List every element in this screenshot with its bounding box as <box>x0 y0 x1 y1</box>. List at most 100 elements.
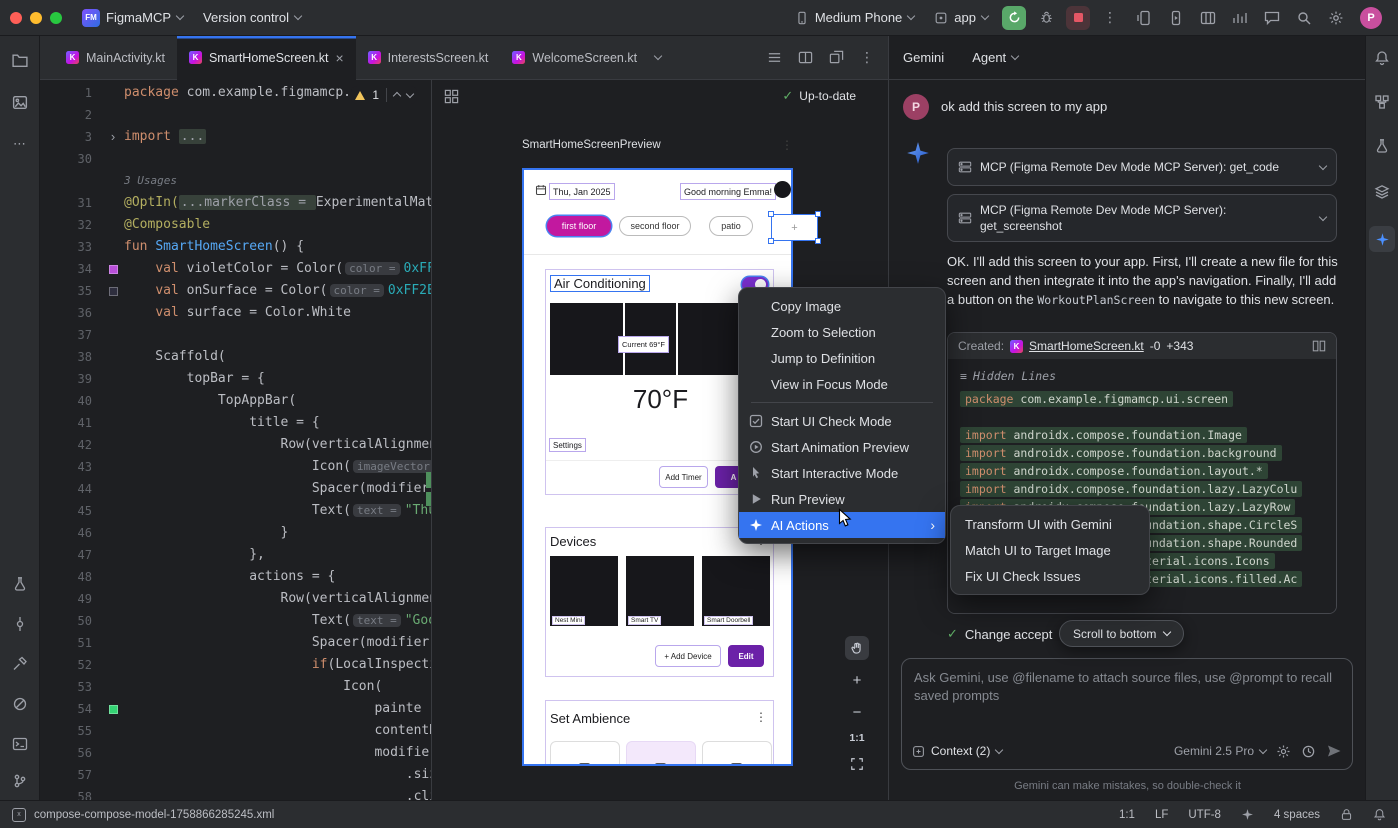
float-window-icon[interactable] <box>829 50 844 65</box>
terminal-icon[interactable] <box>12 736 28 752</box>
fold-arrow-icon[interactable]: › <box>111 126 115 148</box>
more-actions-icon[interactable]: ⋮ <box>860 49 874 66</box>
options-menu-icon[interactable] <box>767 50 782 65</box>
close-tab-icon[interactable]: × <box>335 51 343 65</box>
file-encoding[interactable]: UTF-8 <box>1188 809 1221 821</box>
maximize-window-button[interactable] <box>50 12 62 24</box>
profile-avatar[interactable]: P <box>1360 7 1382 29</box>
resize-handle[interactable] <box>768 238 774 244</box>
search-icon[interactable] <box>1296 10 1312 26</box>
gemini-status-spark-icon[interactable] <box>1241 808 1254 821</box>
context-chip[interactable]: Context (2) <box>912 744 1002 758</box>
menu-item-start-animation-preview[interactable]: Start Animation Preview <box>739 434 945 460</box>
chip-second-floor[interactable]: second floor <box>619 216 691 236</box>
menu-item-start-ui-check-mode[interactable]: Start UI Check Mode <box>739 408 945 434</box>
problems-icon[interactable] <box>12 696 28 712</box>
feedback-icon[interactable] <box>1264 10 1280 26</box>
menu-item-start-interactive-mode[interactable]: Start Interactive Mode <box>739 460 945 486</box>
send-icon[interactable] <box>1326 743 1342 759</box>
run-config-selector[interactable]: app <box>928 6 994 29</box>
indent-setting[interactable]: 4 spaces <box>1274 809 1320 821</box>
code-editor[interactable]: 1package com.example.figmamcp.u23›import… <box>40 80 432 800</box>
tab-welcomescreen[interactable]: K WelcomeScreen.kt <box>500 36 649 80</box>
chip-patio[interactable]: patio <box>709 216 753 236</box>
color-swatch[interactable] <box>109 287 118 296</box>
window-layout-icon[interactable] <box>1200 10 1216 26</box>
settings-label[interactable]: Settings <box>549 438 586 452</box>
project-selector[interactable]: FM FigmaMCP <box>76 5 189 31</box>
add-timer-button[interactable]: Add Timer <box>659 466 708 488</box>
usages-hint[interactable]: 3 Usages <box>124 174 177 187</box>
settings-gear-icon[interactable] <box>1328 10 1344 26</box>
preview-more-icon[interactable]: ⋮ <box>781 138 793 152</box>
resource-manager-icon[interactable] <box>11 94 28 111</box>
menu-item-zoom-to-selection[interactable]: Zoom to Selection <box>739 319 945 345</box>
zoom-in-button[interactable]: + <box>845 668 869 692</box>
inspections-widget[interactable]: 1 <box>351 86 417 104</box>
close-window-button[interactable] <box>10 12 22 24</box>
prev-issue-icon[interactable] <box>393 92 401 100</box>
statusbar-bell-icon[interactable] <box>1373 808 1386 821</box>
tab-mainactivity[interactable]: K MainActivity.kt <box>54 36 177 80</box>
tab-interestsscreen[interactable]: K InterestsScreen.kt <box>356 36 501 80</box>
created-file-link[interactable]: SmartHomeScreen.kt <box>1029 339 1144 353</box>
menu-item-copy-image[interactable]: Copy Image <box>739 293 945 319</box>
next-issue-icon[interactable] <box>406 89 414 97</box>
line-separator[interactable]: LF <box>1155 809 1168 821</box>
split-editor-icon[interactable] <box>798 50 813 65</box>
commit-icon[interactable] <box>12 616 28 632</box>
gradle-icon[interactable] <box>1374 94 1390 110</box>
scroll-to-bottom-button[interactable]: Scroll to bottom <box>1059 620 1184 647</box>
device-selector[interactable]: Medium Phone <box>789 6 920 29</box>
chip-first-floor[interactable]: first floor <box>547 216 611 236</box>
menu-item-transform-ui-with-gemini[interactable]: Transform UI with Gemini <box>951 511 1149 537</box>
version-control-icon[interactable] <box>12 773 28 789</box>
mcp-call-get-screenshot[interactable]: MCP (Figma Remote Dev Mode MCP Server): … <box>947 194 1337 242</box>
add-device-button[interactable]: + Add Device <box>655 645 721 667</box>
project-folder-icon[interactable] <box>11 52 28 69</box>
pan-hand-icon[interactable] <box>845 636 869 660</box>
color-swatch[interactable] <box>109 705 118 714</box>
gemini-settings-icon[interactable] <box>1276 744 1291 759</box>
zoom-ratio-button[interactable]: 1:1 <box>849 732 864 744</box>
grid-view-icon[interactable] <box>444 89 459 104</box>
color-swatch[interactable] <box>109 265 118 274</box>
stop-button[interactable] <box>1066 6 1090 30</box>
model-selector[interactable]: Gemini 2.5 Pro <box>1174 744 1266 758</box>
statusbar-file[interactable]: x compose-compose-model-1758866285245.xm… <box>12 808 274 822</box>
layers-icon[interactable] <box>1374 184 1390 200</box>
device-manager-icon[interactable] <box>1136 10 1152 26</box>
vcs-widget[interactable]: Version control <box>197 6 307 29</box>
build-icon[interactable] <box>12 656 28 672</box>
tab-smarthomescreen[interactable]: K SmartHomeScreen.kt × <box>177 36 356 80</box>
hidden-tabs-chevron-icon[interactable] <box>654 52 662 60</box>
tab-agent[interactable]: Agent <box>972 50 1018 65</box>
resize-handle[interactable] <box>768 211 774 217</box>
app-inspection-icon[interactable] <box>12 576 28 592</box>
menu-item-view-in-focus-mode[interactable]: View in Focus Mode <box>739 371 945 397</box>
fit-to-screen-icon[interactable] <box>845 752 869 776</box>
history-icon[interactable] <box>1301 744 1316 759</box>
run-button[interactable] <box>1002 6 1026 30</box>
open-diff-icon[interactable] <box>1312 339 1326 353</box>
menu-item-jump-to-definition[interactable]: Jump to Definition <box>739 345 945 371</box>
more-run-actions-button[interactable]: ⋮ <box>1098 6 1122 30</box>
minimize-window-button[interactable] <box>30 12 42 24</box>
profiler-icon[interactable] <box>1232 10 1248 26</box>
mcp-call-get-code[interactable]: MCP (Figma Remote Dev Mode MCP Server): … <box>947 148 1337 186</box>
device-explorer-icon[interactable] <box>1374 138 1390 154</box>
selected-add-chip[interactable]: + <box>771 214 818 241</box>
lock-icon[interactable] <box>1340 808 1353 821</box>
cursor-position[interactable]: 1:1 <box>1119 809 1135 821</box>
notifications-bell-icon[interactable] <box>1374 50 1390 66</box>
more-tool-windows-icon[interactable]: ⋯ <box>13 136 26 152</box>
gemini-prompt-input[interactable] <box>902 659 1352 733</box>
resize-handle[interactable] <box>815 238 821 244</box>
hidden-lines-row[interactable]: ≡ Hidden Lines <box>960 367 1324 385</box>
debug-button[interactable] <box>1034 6 1058 30</box>
tab-gemini[interactable]: Gemini <box>903 50 944 65</box>
gemini-toolwindow-icon[interactable] <box>1369 226 1395 252</box>
zoom-out-button[interactable]: − <box>845 700 869 724</box>
menu-item-fix-ui-check-issues[interactable]: Fix UI Check Issues <box>951 563 1149 589</box>
running-devices-icon[interactable] <box>1168 10 1184 26</box>
